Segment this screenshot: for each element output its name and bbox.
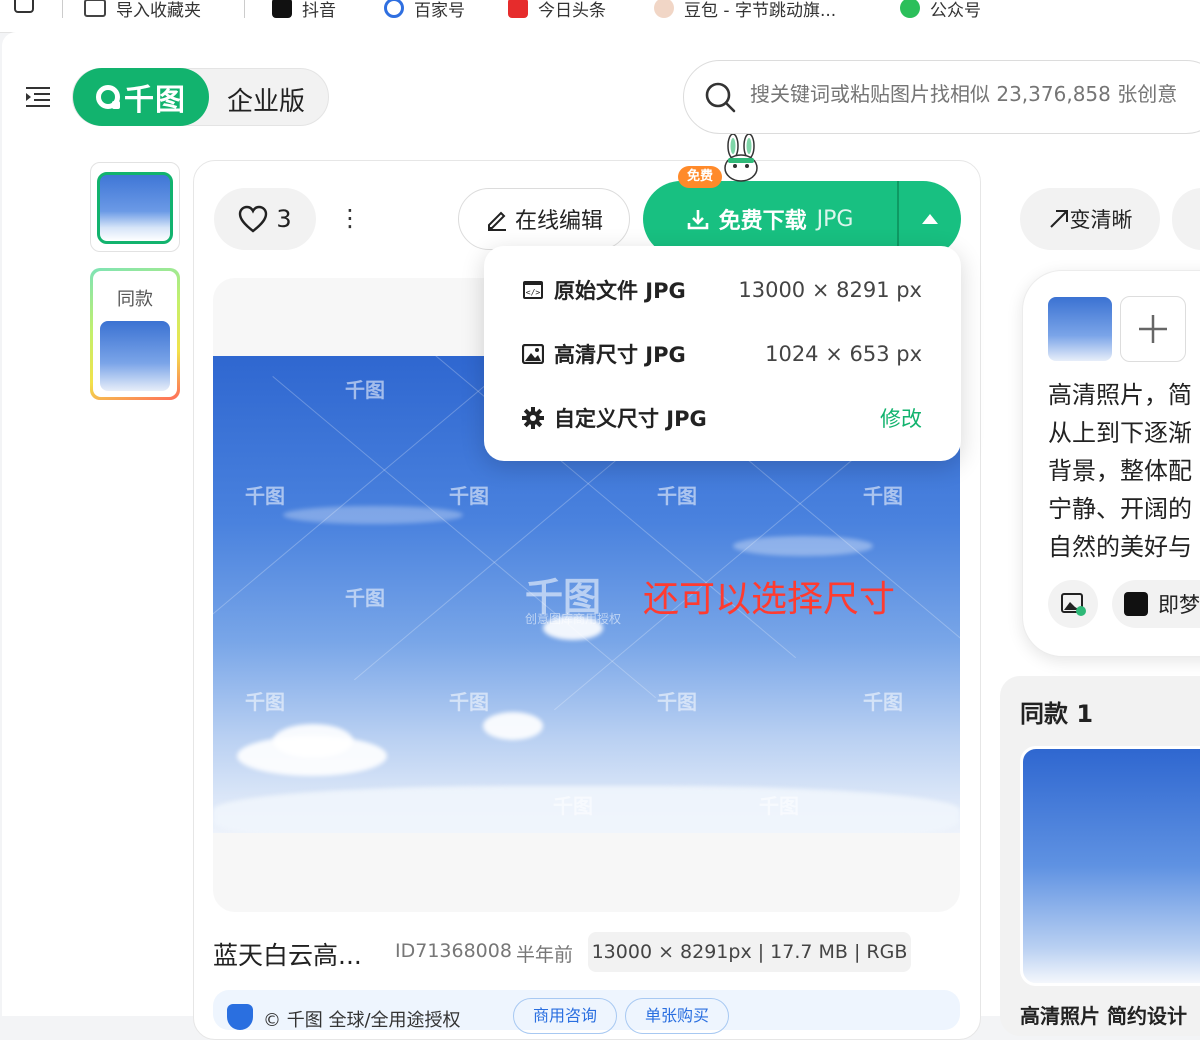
doubao-avatar-icon bbox=[654, 0, 674, 18]
watermark: 千图 bbox=[863, 484, 903, 508]
download-icon bbox=[687, 210, 708, 230]
watermark: 千图 bbox=[657, 484, 697, 508]
search-input[interactable] bbox=[748, 81, 1200, 107]
toutiao-icon bbox=[508, 0, 528, 18]
ai-prompt-text: 高清照片，简 从上到下逐渐 背景，整体配 宁静、开阔的 自然的美好与 bbox=[1048, 381, 1192, 561]
file-code-icon: </> bbox=[523, 281, 543, 299]
ai-reference-thumbnail[interactable] bbox=[1048, 297, 1112, 361]
search-icon[interactable] bbox=[704, 81, 736, 113]
import-icon bbox=[84, 0, 106, 17]
enterprise-edition-link[interactable]: 企业版 bbox=[227, 81, 305, 118]
bunny-mascot-icon bbox=[724, 134, 758, 182]
bookmark-baijiahao[interactable]: 百家号 bbox=[384, 0, 465, 22]
baijiahao-icon bbox=[384, 0, 404, 18]
wechat-official-icon bbox=[900, 0, 920, 18]
jimeng-logo-icon bbox=[1124, 592, 1148, 616]
like-count: 3 bbox=[276, 205, 292, 233]
image-id: ID71368008 bbox=[395, 940, 512, 962]
upload-time: 半年前 bbox=[516, 944, 574, 966]
search-bar[interactable] bbox=[683, 60, 1200, 134]
menu-icon[interactable] bbox=[26, 86, 52, 108]
modify-link[interactable]: 修改 bbox=[880, 403, 922, 433]
single-purchase-button[interactable]: 单张购买 bbox=[625, 998, 729, 1034]
license-text: © 千图 全球/全用途授权 bbox=[263, 1010, 461, 1031]
watermark: 千图 bbox=[245, 690, 285, 714]
annotation-text: 还可以选择尺寸 bbox=[643, 579, 896, 620]
image-tool-button[interactable] bbox=[1048, 580, 1098, 628]
watermark: 千图 bbox=[245, 484, 285, 508]
image-title: 蓝天白云高... bbox=[213, 941, 362, 970]
jimeng-button[interactable]: 即梦 bbox=[1112, 580, 1200, 628]
watermark: 千图 bbox=[449, 690, 489, 714]
bookmarks-bar: 导入收藏夹 抖音 百家号 今日头条 豆包 - 字节跳动旗... 公众号 bbox=[0, 0, 1200, 33]
logo-mark-icon bbox=[96, 85, 120, 109]
watermark: 千图 bbox=[759, 794, 799, 818]
consult-button[interactable]: 商用咨询 bbox=[513, 998, 617, 1034]
bookmark-import[interactable]: 导入收藏夹 bbox=[84, 0, 201, 22]
download-size-dropdown: </> 原始文件 JPG 13000 × 8291 px 高清尺寸 JPG 10… bbox=[484, 246, 961, 461]
option-original-file[interactable]: </> 原始文件 JPG 13000 × 8291 px bbox=[522, 270, 922, 310]
add-image-icon bbox=[1061, 593, 1086, 616]
bookmark-gongzhonghao[interactable]: 公众号 bbox=[900, 0, 981, 22]
watermark: 千图 bbox=[553, 794, 593, 818]
qiantu-logo[interactable]: 千图 bbox=[73, 68, 209, 126]
bookmark-doubao[interactable]: 豆包 - 字节跳动旗... bbox=[654, 0, 836, 22]
enhance-clarity-button[interactable]: 变清晰 bbox=[1020, 188, 1160, 250]
reading-list-icon[interactable] bbox=[14, 0, 44, 22]
license-strip: © 千图 全球/全用途授权 商用咨询 单张购买 bbox=[213, 990, 960, 1034]
pencil-icon bbox=[487, 211, 506, 231]
image-icon bbox=[522, 344, 544, 364]
online-edit-button[interactable]: 在线编辑 bbox=[458, 188, 630, 250]
free-badge: 免费 bbox=[678, 166, 722, 188]
watermark-caption: 创意图库商用授权 bbox=[525, 612, 622, 626]
watermark: 千图 bbox=[657, 690, 697, 714]
shield-icon bbox=[227, 1004, 253, 1030]
thumbnail-similar-label: 同款 bbox=[117, 289, 153, 310]
add-image-button[interactable] bbox=[1120, 296, 1186, 362]
plus-icon bbox=[1139, 315, 1167, 343]
image-specs: 13000 × 8291px | 17.7 MB | RGB bbox=[588, 932, 911, 972]
more-options-button[interactable]: ⋮ bbox=[338, 204, 362, 234]
similar-title: 同款 1 bbox=[1020, 700, 1094, 728]
heart-icon bbox=[239, 205, 268, 233]
watermark: 千图 bbox=[863, 690, 903, 714]
like-button[interactable]: 3 bbox=[214, 188, 316, 250]
watermark: 千图 bbox=[449, 484, 489, 508]
thumbnail-image bbox=[97, 172, 173, 244]
arrow-up-right-icon bbox=[1049, 210, 1068, 228]
watermark: 千图 bbox=[345, 378, 385, 402]
gear-icon bbox=[522, 407, 544, 429]
thumbnail-similar[interactable]: 同款 bbox=[90, 268, 180, 400]
svg-text:</>: </> bbox=[526, 288, 541, 297]
caret-up-icon bbox=[922, 214, 938, 224]
bookmark-douyin[interactable]: 抖音 bbox=[272, 0, 336, 22]
brand-switch[interactable]: 千图 企业版 bbox=[72, 68, 329, 126]
option-custom-size[interactable]: 自定义尺寸 JPG 修改 bbox=[522, 398, 922, 438]
similar-caption: 高清照片 简约设计 bbox=[1020, 1004, 1187, 1028]
bookmark-toutiao[interactable]: 今日头条 bbox=[508, 0, 606, 22]
watermark: 千图 bbox=[345, 586, 385, 610]
douyin-icon bbox=[272, 0, 292, 18]
thumbnail-current[interactable] bbox=[90, 162, 180, 252]
similar-image[interactable] bbox=[1020, 746, 1200, 986]
option-hd-size[interactable]: 高清尺寸 JPG 1024 × 653 px bbox=[522, 334, 922, 374]
thumbnail-similar-image bbox=[100, 321, 170, 391]
